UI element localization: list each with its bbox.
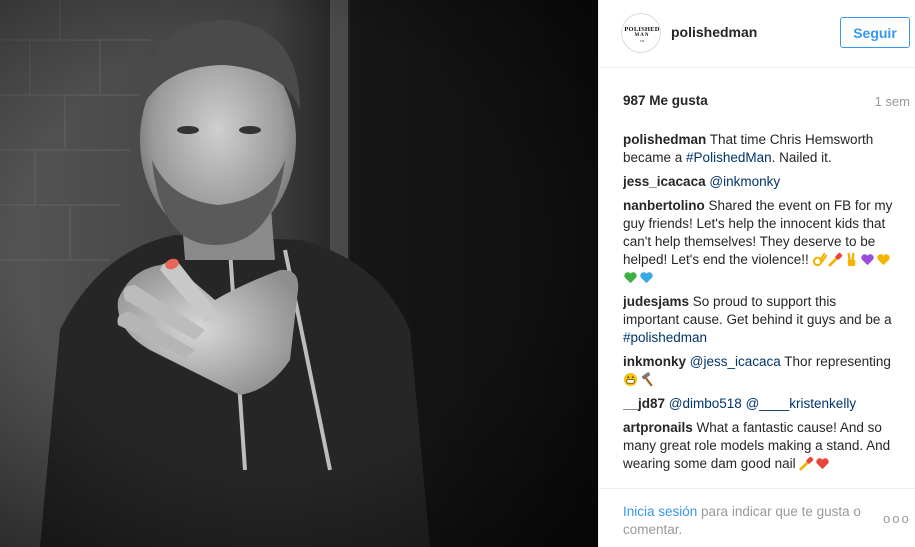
purple-heart-icon bbox=[861, 254, 875, 266]
comment-username[interactable]: artpronails bbox=[623, 420, 693, 435]
login-prompt: Inicia sesión para indicar que te gusta … bbox=[623, 504, 861, 537]
comment-item: judesjams So proud to support this impor… bbox=[623, 294, 892, 345]
likes-count[interactable]: 987 Me gusta bbox=[623, 93, 708, 108]
blue-heart-icon bbox=[640, 272, 653, 284]
red-heart-icon bbox=[816, 458, 830, 470]
mention-link[interactable]: @dimbo518 bbox=[669, 396, 742, 411]
comment-username[interactable]: polishedman bbox=[623, 132, 706, 147]
post-header: POLISHED MAN TM polishedman Seguir bbox=[599, 0, 915, 68]
nail-polish-icon bbox=[828, 252, 843, 267]
hashtag-link[interactable]: #PolishedMan bbox=[686, 150, 772, 165]
comment-username[interactable]: judesjams bbox=[623, 294, 689, 309]
more-options-icon[interactable]: ooo bbox=[883, 511, 911, 526]
yellow-heart-icon bbox=[877, 254, 891, 266]
avatar[interactable]: POLISHED MAN TM bbox=[621, 13, 661, 53]
grinning-face-icon bbox=[623, 372, 638, 387]
victory-hand-icon bbox=[848, 252, 856, 267]
post-image bbox=[0, 0, 598, 547]
post-time-ago[interactable]: 1 sem bbox=[875, 94, 910, 109]
ok-hand-icon bbox=[813, 252, 828, 267]
follow-button[interactable]: Seguir bbox=[840, 17, 910, 48]
mention-link[interactable]: @jess_icacaca bbox=[690, 354, 781, 369]
login-link[interactable]: Inicia sesión bbox=[623, 504, 697, 519]
post-photo[interactable] bbox=[0, 0, 598, 547]
mention-link[interactable]: @inkmonky bbox=[709, 174, 780, 189]
post-footer: Inicia sesión para indicar que te gusta … bbox=[599, 488, 915, 547]
comment-item: inkmonky @jess_icacaca Thor representing bbox=[623, 353, 895, 389]
comments-list[interactable]: polishedman That time Chris Hemsworth be… bbox=[623, 131, 895, 485]
author-username[interactable]: polishedman bbox=[671, 24, 757, 40]
polishedman-logo: POLISHED MAN TM bbox=[624, 25, 660, 43]
hashtag-link[interactable]: #polishedman bbox=[623, 330, 707, 345]
comment-username[interactable]: inkmonky bbox=[623, 354, 686, 369]
green-heart-icon bbox=[624, 272, 637, 284]
post-stats: 987 Me gusta 1 sem bbox=[623, 93, 910, 113]
comment-item: jess_icacaca @inkmonky bbox=[623, 173, 895, 191]
comment-username[interactable]: __jd87 bbox=[623, 396, 665, 411]
nail-polish-icon bbox=[799, 456, 814, 471]
comment-item: artpronails What a fantastic cause! And … bbox=[623, 420, 891, 471]
post-side-panel: POLISHED MAN TM polishedman Seguir 987 M… bbox=[598, 0, 915, 547]
comment-item: __jd87 @dimbo518 @____kristenkelly bbox=[623, 395, 895, 413]
comment-username[interactable]: jess_icacaca bbox=[623, 174, 706, 189]
comment-caption: polishedman That time Chris Hemsworth be… bbox=[623, 132, 874, 165]
comment-item: nanbertolino Shared the event on FB for … bbox=[623, 197, 895, 287]
mention-link[interactable]: @____kristenkelly bbox=[746, 396, 857, 411]
comment-username[interactable]: nanbertolino bbox=[623, 198, 705, 213]
hammer-icon bbox=[641, 372, 653, 387]
